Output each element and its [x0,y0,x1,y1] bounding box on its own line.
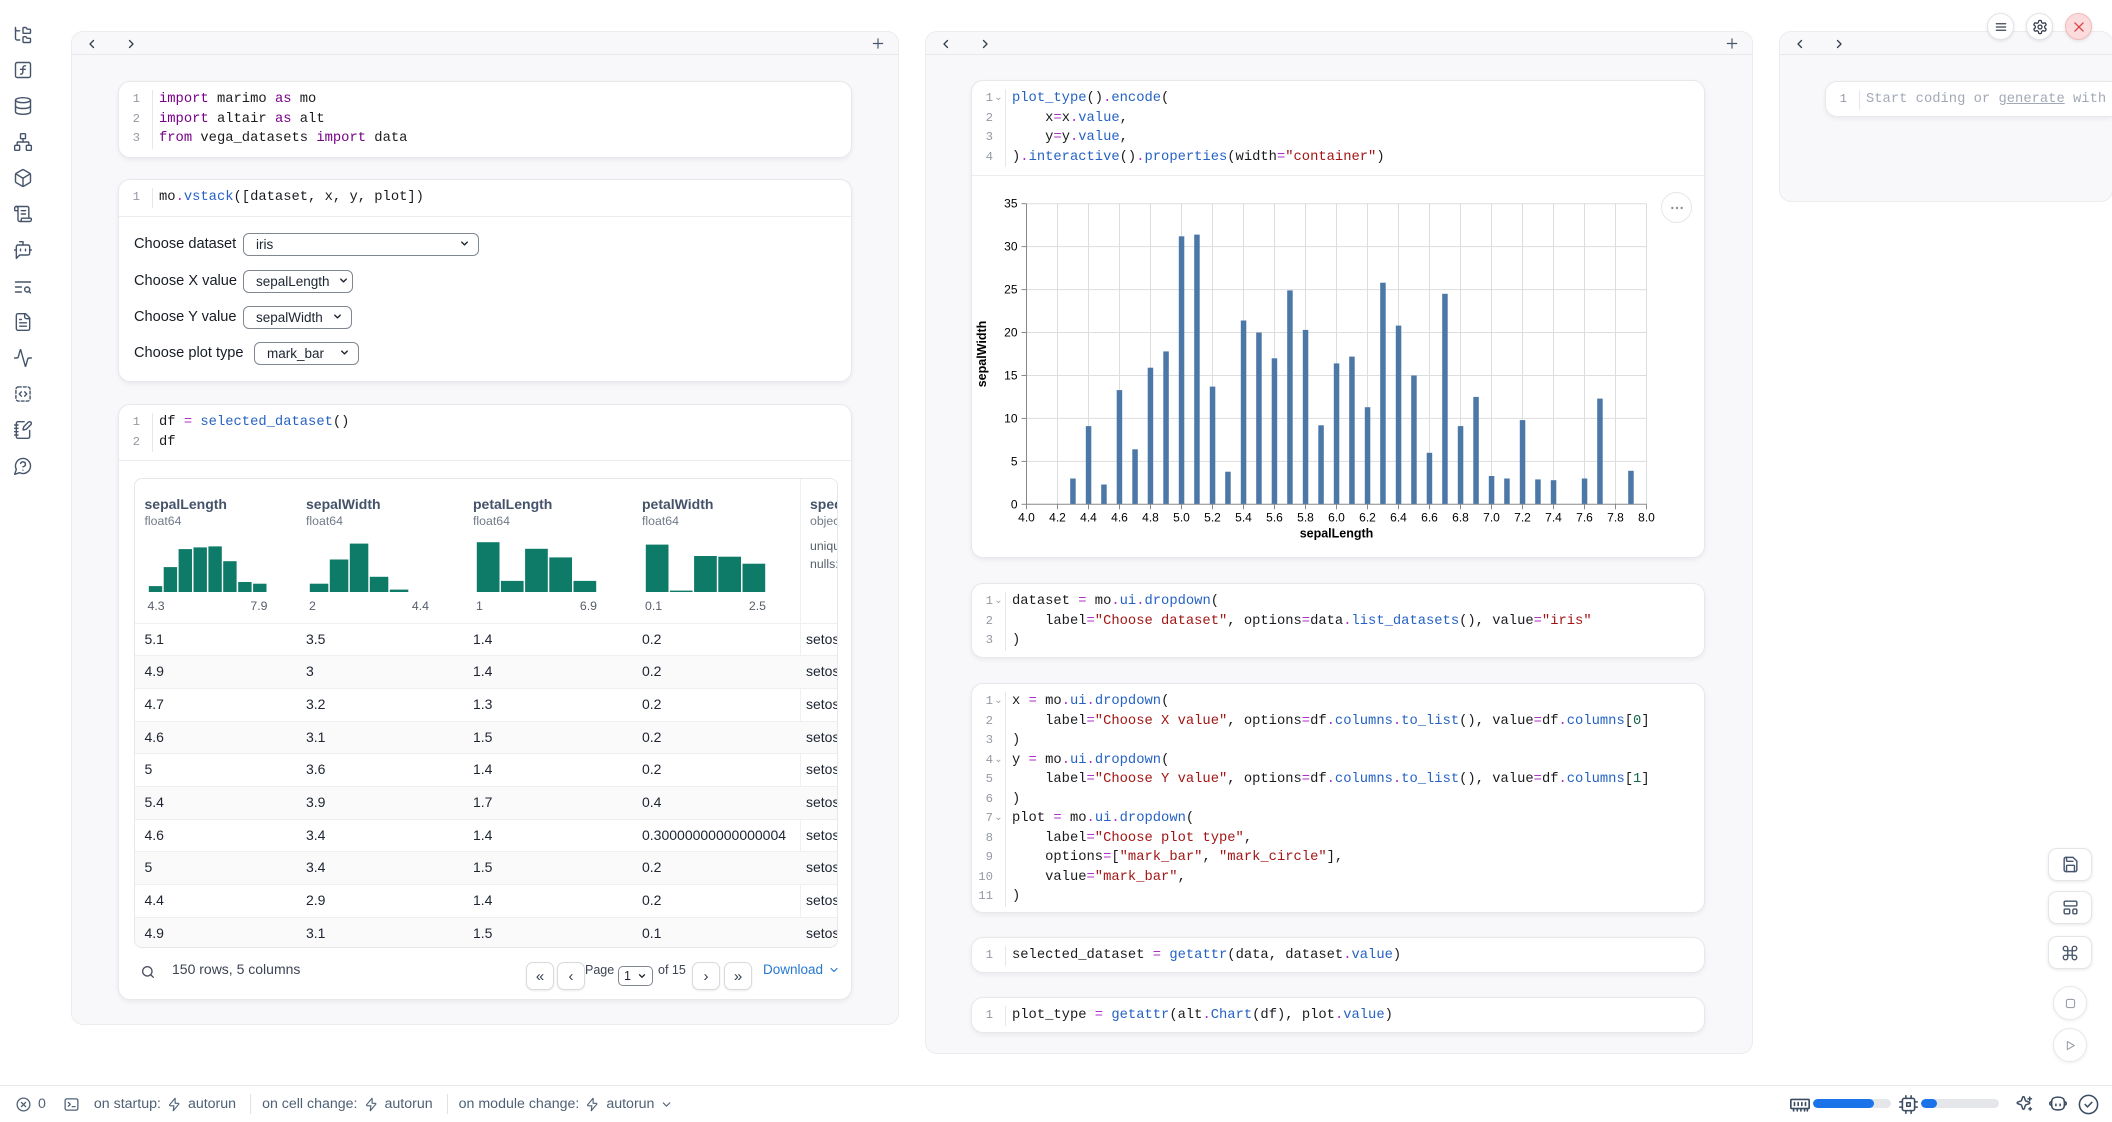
svg-text:7.2: 7.2 [1514,510,1531,524]
svg-text:sepalWidth: sepalWidth [975,321,989,388]
svg-text:35: 35 [1004,197,1018,211]
svg-text:10: 10 [1004,411,1018,425]
svg-text:7.8: 7.8 [1607,510,1624,524]
svg-text:6.4: 6.4 [1390,510,1407,524]
svg-text:4.6: 4.6 [1111,510,1128,524]
svg-text:0: 0 [1011,497,1018,511]
svg-text:5.8: 5.8 [1297,510,1314,524]
svg-text:6.6: 6.6 [1421,510,1438,524]
svg-text:sepalLength: sepalLength [1300,526,1374,540]
svg-text:8.0: 8.0 [1638,510,1655,524]
svg-text:6.8: 6.8 [1452,510,1469,524]
svg-text:7.4: 7.4 [1545,510,1562,524]
svg-text:6.0: 6.0 [1328,510,1345,524]
svg-text:7.0: 7.0 [1483,510,1500,524]
svg-text:5: 5 [1011,454,1018,468]
svg-text:4.8: 4.8 [1142,510,1159,524]
svg-text:15: 15 [1004,369,1018,383]
svg-text:5.2: 5.2 [1204,510,1221,524]
svg-text:20: 20 [1004,326,1018,340]
svg-text:4.4: 4.4 [1080,510,1097,524]
svg-text:6.2: 6.2 [1359,510,1376,524]
svg-text:5.6: 5.6 [1266,510,1283,524]
svg-text:5.4: 5.4 [1235,510,1252,524]
svg-text:30: 30 [1004,240,1018,254]
svg-text:25: 25 [1004,283,1018,297]
svg-text:4.0: 4.0 [1018,510,1035,524]
svg-text:7.6: 7.6 [1576,510,1593,524]
svg-text:5.0: 5.0 [1173,510,1190,524]
svg-text:4.2: 4.2 [1049,510,1066,524]
